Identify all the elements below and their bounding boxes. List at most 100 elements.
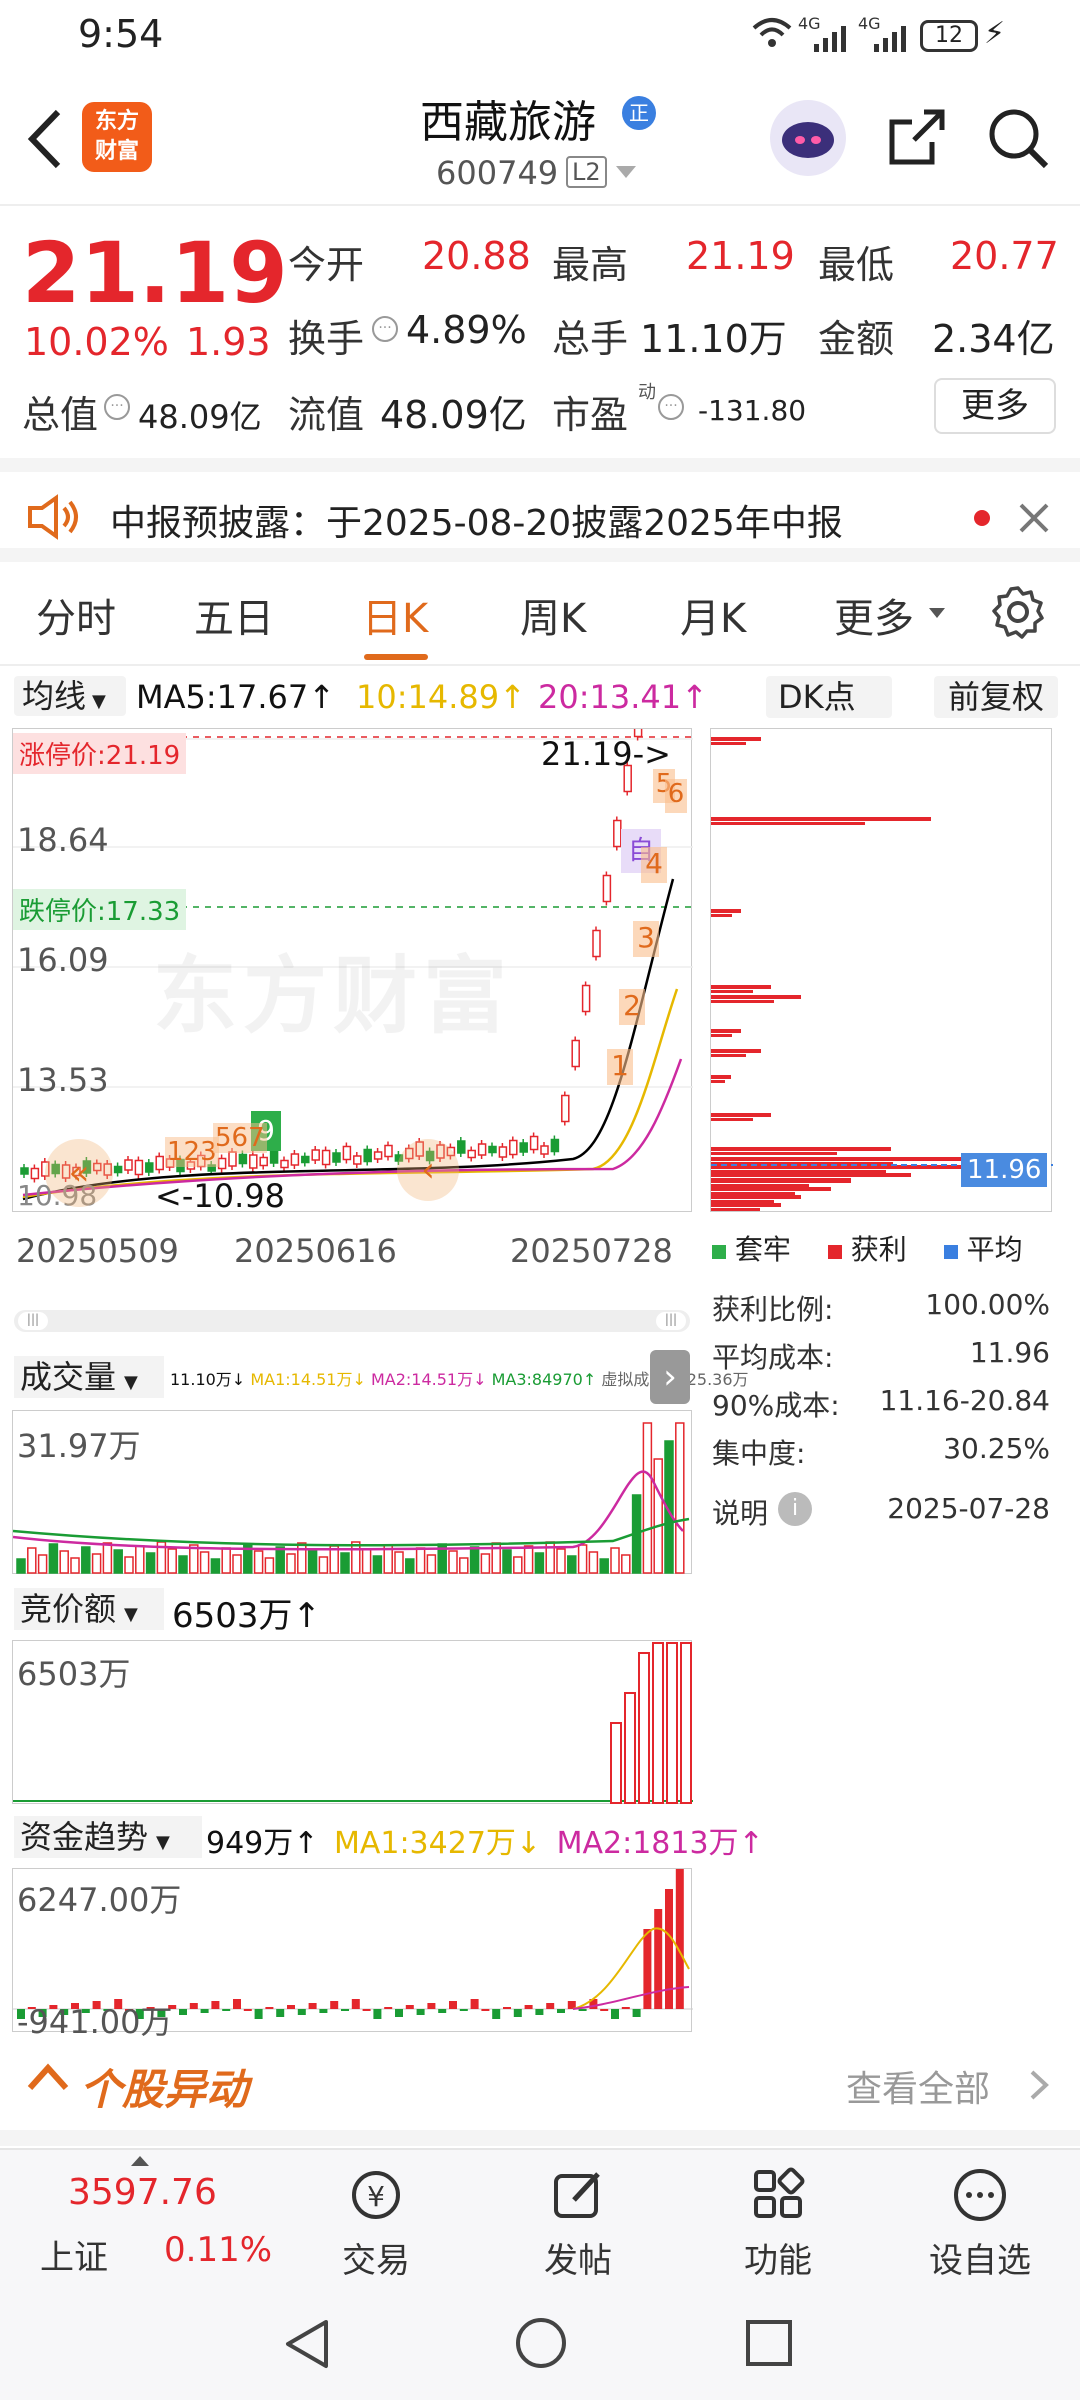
tab-weekly-k[interactable]: 周K xyxy=(520,586,586,644)
level-dropdown-icon[interactable] xyxy=(614,164,638,184)
fund-trend-selector[interactable]: 资金趋势 ▼ xyxy=(14,1816,202,1858)
date-label-1: 20250509 xyxy=(16,1232,179,1270)
turnover-info-icon[interactable]: ··· xyxy=(372,316,398,342)
charging-icon: ⚡ xyxy=(984,16,1006,51)
fund-bar xyxy=(319,2009,328,2013)
collapse-icon[interactable] xyxy=(26,2062,70,2096)
ma20-value: 20:13.41↑ xyxy=(538,678,708,716)
candle-body xyxy=(498,1146,508,1158)
zoom-left-button[interactable]: ‹ xyxy=(397,1139,459,1201)
chip-row-value: 100.00% xyxy=(925,1288,1050,1321)
nav-add-watchlist[interactable]: 设自选 xyxy=(920,2166,1040,2282)
chip-bar xyxy=(711,914,732,917)
ma-selector-label: 均线 xyxy=(22,677,87,715)
auction-bar xyxy=(680,1642,692,1804)
expand-panel-button[interactable]: › xyxy=(650,1350,690,1404)
volume-chart[interactable]: 31.97万 xyxy=(12,1410,692,1574)
auction-chart[interactable]: 6503万 xyxy=(12,1640,693,1804)
dk-point-button[interactable]: DK点 xyxy=(766,676,892,718)
range-left-handle[interactable]: ||| xyxy=(18,1312,48,1330)
volume-bar xyxy=(653,1458,663,1574)
index-pct[interactable]: 0.11% xyxy=(164,2230,272,2270)
volume-bar xyxy=(135,1545,145,1574)
volume-bar xyxy=(480,1553,491,1574)
volume-bar xyxy=(318,1556,329,1574)
volume-bar xyxy=(48,1543,59,1574)
mktcap-value: 48.09亿 xyxy=(138,398,262,436)
nav-functions-label: 功能 xyxy=(744,2241,812,2281)
k-line-chart[interactable]: 东方财富 涨停价:21.19 跌停价:17.33 18.64 16.09 13.… xyxy=(12,728,693,1215)
settings-gear-icon[interactable] xyxy=(990,584,1046,644)
nav-post-label: 发帖 xyxy=(544,2241,612,2281)
chip-bar xyxy=(711,990,753,993)
range-right-handle[interactable]: ||| xyxy=(656,1312,686,1330)
tab-daily-k[interactable]: 日K xyxy=(362,586,428,644)
view-all-link[interactable]: 查看全部 xyxy=(846,2060,990,2112)
fund-bar xyxy=(492,2009,501,2019)
volume-bar xyxy=(145,1552,156,1574)
search-icon[interactable] xyxy=(986,106,1050,174)
volume-bar xyxy=(167,1548,177,1574)
system-recents-icon[interactable] xyxy=(744,2318,794,2372)
chevron-right-icon[interactable] xyxy=(1028,2068,1052,2106)
amount-value: 2.34亿 xyxy=(932,317,1055,361)
svg-text:¥: ¥ xyxy=(367,2180,385,2213)
auction-bar xyxy=(652,1642,664,1804)
robot-assistant-icon[interactable] xyxy=(770,100,846,176)
chip-bar xyxy=(711,822,865,825)
candle-body xyxy=(321,1149,331,1166)
system-back-icon[interactable] xyxy=(282,2318,332,2374)
fund-bar xyxy=(189,2003,198,2009)
back-button[interactable] xyxy=(22,104,66,178)
index-value[interactable]: 3597.76 xyxy=(68,2172,217,2213)
ma-selector[interactable]: 均线 ▼ xyxy=(14,676,126,716)
notice-bar[interactable]: 中报预披露：于2025-08-20披露2025年中报 xyxy=(0,458,1080,562)
volume-selector[interactable]: 成交量 ▼ xyxy=(14,1356,164,1398)
pe-info-icon[interactable]: ··· xyxy=(658,394,684,420)
nav-trade[interactable]: ¥ 交易 xyxy=(316,2166,436,2282)
info-dots-icon[interactable]: ··· xyxy=(104,394,130,420)
info-icon[interactable]: i xyxy=(778,1492,812,1526)
auction-selector[interactable]: 竞价额 ▼ xyxy=(14,1588,164,1630)
turnover-label: 换手 xyxy=(288,317,365,361)
fund-top-label: 6247.00万 xyxy=(17,1881,182,1919)
fund-trend-chart[interactable]: 6247.00万 -941.00万 xyxy=(12,1868,693,2041)
chip-bar xyxy=(711,1208,760,1211)
volume-bar xyxy=(642,1422,653,1574)
chip-bar xyxy=(711,985,771,989)
nav-functions[interactable]: 功能 xyxy=(718,2166,838,2282)
system-home-icon[interactable] xyxy=(514,2316,568,2374)
volume-bar xyxy=(534,1552,545,1574)
close-icon[interactable] xyxy=(1018,502,1050,538)
tab-intraday[interactable]: 分时 xyxy=(36,586,116,644)
ma10-value: 10:14.89↑ xyxy=(356,678,526,716)
change-value: 1.93 xyxy=(186,320,271,364)
volume-bar xyxy=(210,1558,221,1574)
scroll-left-button[interactable]: « xyxy=(45,1139,113,1207)
level-badge[interactable]: L2 xyxy=(566,156,607,188)
tab-more[interactable]: 更多 xyxy=(834,586,914,644)
candle-body xyxy=(145,1162,154,1173)
candle-body xyxy=(571,1039,580,1068)
chip-row-label: 集中度: xyxy=(712,1437,806,1470)
volume-bar xyxy=(405,1558,415,1574)
pe-value: -131.80 xyxy=(698,394,807,427)
tab-monthly-k[interactable]: 月K xyxy=(680,586,746,644)
nav-post[interactable]: 发帖 xyxy=(518,2166,638,2282)
fund-bar xyxy=(243,2009,252,2011)
index-name[interactable]: 上证 xyxy=(40,2230,108,2279)
range-slider[interactable]: ||| ||| xyxy=(14,1310,690,1332)
tab-five-day[interactable]: 五日 xyxy=(194,586,274,644)
fq-button[interactable]: 前复权 xyxy=(934,676,1058,718)
candle-body xyxy=(467,1149,476,1159)
chip-note-label[interactable]: 说明 xyxy=(712,1492,768,1532)
watermark: 东方财富 xyxy=(153,947,514,1045)
chip-bar xyxy=(711,1075,731,1079)
volume-bar xyxy=(81,1546,91,1574)
chip-distribution-chart[interactable]: 11.96 xyxy=(710,728,1053,1212)
nav-trade-label: 交易 xyxy=(342,2241,410,2281)
share-icon[interactable] xyxy=(884,106,948,174)
volume-bar xyxy=(264,1557,275,1574)
fund-bar xyxy=(222,2009,231,2011)
more-button[interactable]: 更多 xyxy=(934,378,1056,434)
